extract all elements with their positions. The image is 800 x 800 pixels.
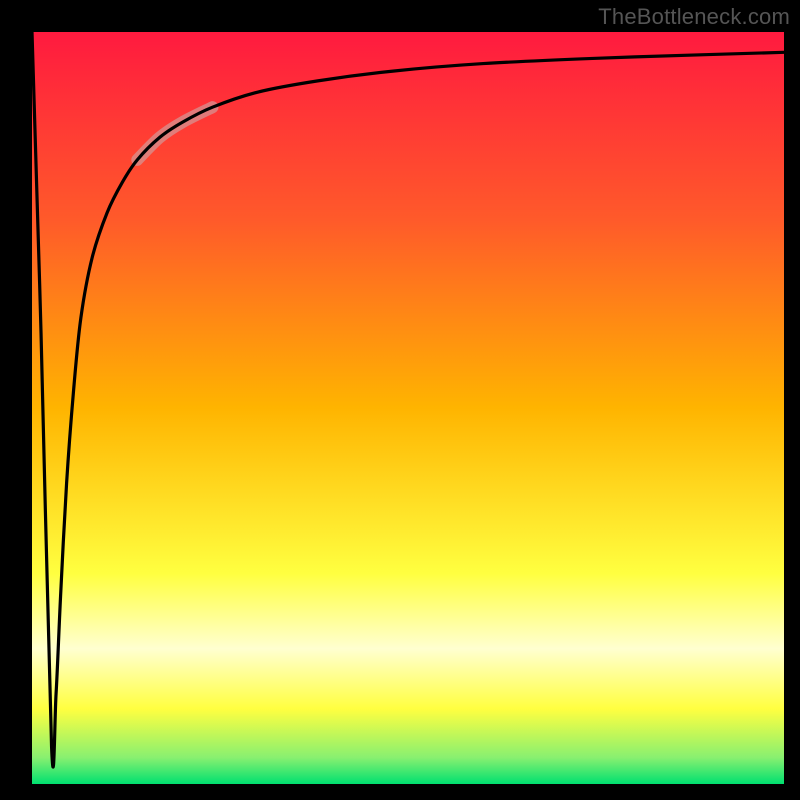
chart-svg bbox=[32, 32, 784, 784]
plot-area bbox=[32, 32, 784, 784]
watermark-text: TheBottleneck.com bbox=[598, 4, 790, 30]
chart-frame: TheBottleneck.com bbox=[0, 0, 800, 800]
